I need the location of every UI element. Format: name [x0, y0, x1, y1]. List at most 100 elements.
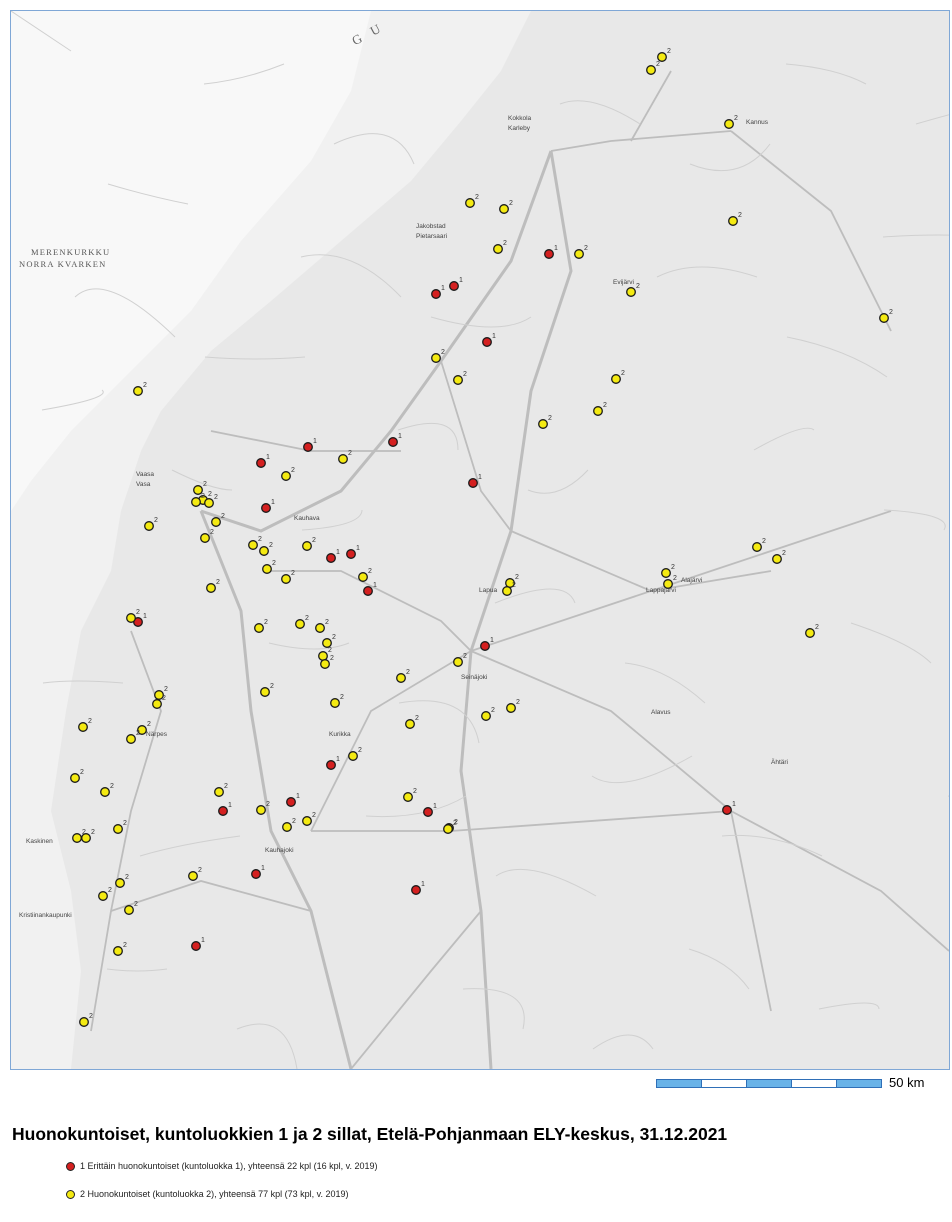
bridge-class2-marker[interactable]	[431, 353, 441, 363]
bridge-class2-marker[interactable]	[259, 546, 269, 556]
bridge-class2-marker[interactable]	[322, 638, 332, 648]
bridge-class2-marker[interactable]	[98, 891, 108, 901]
bridge-class2-marker-label: 2	[782, 550, 786, 557]
bridge-class2-marker[interactable]	[260, 687, 270, 697]
bridge-class2-marker[interactable]	[453, 657, 463, 667]
bridge-class2-marker[interactable]	[728, 216, 738, 226]
bridge-class2-marker[interactable]	[626, 287, 636, 297]
bridge-class2-marker[interactable]	[661, 568, 671, 578]
bridge-class2-marker[interactable]	[191, 497, 201, 507]
bridge-class2-marker[interactable]	[772, 554, 782, 564]
bridge-class2-marker[interactable]	[611, 374, 621, 384]
bridge-class2-marker[interactable]	[211, 517, 221, 527]
bridge-class1-marker[interactable]	[346, 549, 356, 559]
bridge-class1-marker-label: 1	[398, 433, 402, 440]
bridge-class2-marker[interactable]	[281, 574, 291, 584]
bridge-class2-marker[interactable]	[499, 204, 509, 214]
bridge-class2-marker[interactable]	[302, 541, 312, 551]
bridge-class2-marker[interactable]	[348, 751, 358, 761]
bridge-class1-marker[interactable]	[482, 337, 492, 347]
bridge-class2-marker-label: 2	[325, 619, 329, 626]
bridge-class2-marker[interactable]	[405, 719, 415, 729]
bridge-class2-marker[interactable]	[396, 673, 406, 683]
bridge-class1-marker[interactable]	[218, 806, 228, 816]
bridge-class2-marker[interactable]	[113, 946, 123, 956]
bridge-class2-marker[interactable]	[403, 792, 413, 802]
bridge-class2-marker[interactable]	[338, 454, 348, 464]
bridge-class2-marker[interactable]	[358, 572, 368, 582]
bridge-class1-marker[interactable]	[326, 553, 336, 563]
bridge-class2-marker[interactable]	[254, 623, 264, 633]
bridge-class1-marker[interactable]	[191, 941, 201, 951]
bridge-class1-marker-label: 1	[356, 545, 360, 552]
bridge-class1-marker[interactable]	[251, 869, 261, 879]
bridge-class2-marker[interactable]	[281, 471, 291, 481]
bridge-class2-marker[interactable]	[646, 65, 656, 75]
bridge-class2-marker[interactable]	[282, 822, 292, 832]
bridge-class2-marker[interactable]	[506, 703, 516, 713]
bridge-class2-marker[interactable]	[593, 406, 603, 416]
bridge-class2-marker[interactable]	[502, 586, 512, 596]
bridge-class2-marker[interactable]	[152, 699, 162, 709]
bridge-class2-marker-label: 2	[415, 715, 419, 722]
bridge-class2-marker[interactable]	[113, 824, 123, 834]
bridge-class2-marker[interactable]	[330, 698, 340, 708]
bridge-class2-marker[interactable]	[206, 583, 216, 593]
bridge-class2-marker[interactable]	[126, 734, 136, 744]
bridge-class1-marker[interactable]	[256, 458, 266, 468]
bridge-class2-marker[interactable]	[481, 711, 491, 721]
bridge-class2-marker[interactable]	[188, 871, 198, 881]
bridge-class2-marker[interactable]	[78, 722, 88, 732]
bridge-class2-marker[interactable]	[574, 249, 584, 259]
bridge-class2-marker[interactable]	[724, 119, 734, 129]
bridge-class2-marker[interactable]	[200, 533, 210, 543]
bridge-class2-marker[interactable]	[443, 824, 453, 834]
bridge-class1-marker[interactable]	[722, 805, 732, 815]
bridge-class2-marker[interactable]	[214, 787, 224, 797]
bridge-class2-marker[interactable]	[126, 613, 136, 623]
bridge-class1-marker[interactable]	[388, 437, 398, 447]
bridge-class2-marker[interactable]	[100, 787, 110, 797]
bridge-class2-marker[interactable]	[302, 816, 312, 826]
bridge-class1-marker[interactable]	[286, 797, 296, 807]
map-canvas[interactable]: 1111111111111111 111111222222222222 222222…	[11, 11, 949, 1069]
bridge-class1-marker[interactable]	[544, 249, 554, 259]
map-frame[interactable]: 1111111111111111111111222222222222222222…	[10, 10, 950, 1070]
bridge-class1-marker[interactable]	[411, 885, 421, 895]
bridge-class2-marker[interactable]	[133, 386, 143, 396]
bridge-class1-marker[interactable]	[468, 478, 478, 488]
bridge-class2-marker[interactable]	[453, 375, 463, 385]
bridge-class2-marker[interactable]	[318, 651, 328, 661]
bridge-class1-marker[interactable]	[423, 807, 433, 817]
bridge-class2-marker[interactable]	[262, 564, 272, 574]
bridge-class2-marker[interactable]	[204, 498, 214, 508]
bridge-class2-marker[interactable]	[320, 659, 330, 669]
bridge-class2-marker[interactable]	[315, 623, 325, 633]
bridge-class1-marker-label: 1	[554, 245, 558, 252]
bridge-class2-marker[interactable]	[79, 1017, 89, 1027]
bridge-class2-marker[interactable]	[72, 833, 82, 843]
bridge-class2-marker[interactable]	[805, 628, 815, 638]
bridge-class2-marker[interactable]	[465, 198, 475, 208]
bridge-class2-marker[interactable]	[657, 52, 667, 62]
bridge-class2-marker[interactable]	[256, 805, 266, 815]
bridge-class2-marker[interactable]	[144, 521, 154, 531]
bridge-class2-marker[interactable]	[248, 540, 258, 550]
bridge-class1-marker[interactable]	[303, 442, 313, 452]
bridge-class2-marker[interactable]	[81, 833, 91, 843]
bridge-class1-marker[interactable]	[480, 641, 490, 651]
bridge-class1-marker[interactable]	[261, 503, 271, 513]
bridge-class1-marker-label: 1	[490, 637, 494, 644]
bridge-class2-marker[interactable]	[538, 419, 548, 429]
bridge-class2-marker[interactable]	[115, 878, 125, 888]
bridge-class1-marker[interactable]	[363, 586, 373, 596]
bridge-class2-marker[interactable]	[70, 773, 80, 783]
bridge-class2-marker[interactable]	[752, 542, 762, 552]
bridge-class1-marker[interactable]	[326, 760, 336, 770]
bridge-class2-marker[interactable]	[124, 905, 134, 915]
bridge-class1-marker[interactable]	[431, 289, 441, 299]
bridge-class2-marker[interactable]	[493, 244, 503, 254]
bridge-class1-marker[interactable]	[449, 281, 459, 291]
bridge-class2-marker[interactable]	[879, 313, 889, 323]
bridge-class2-marker[interactable]	[295, 619, 305, 629]
